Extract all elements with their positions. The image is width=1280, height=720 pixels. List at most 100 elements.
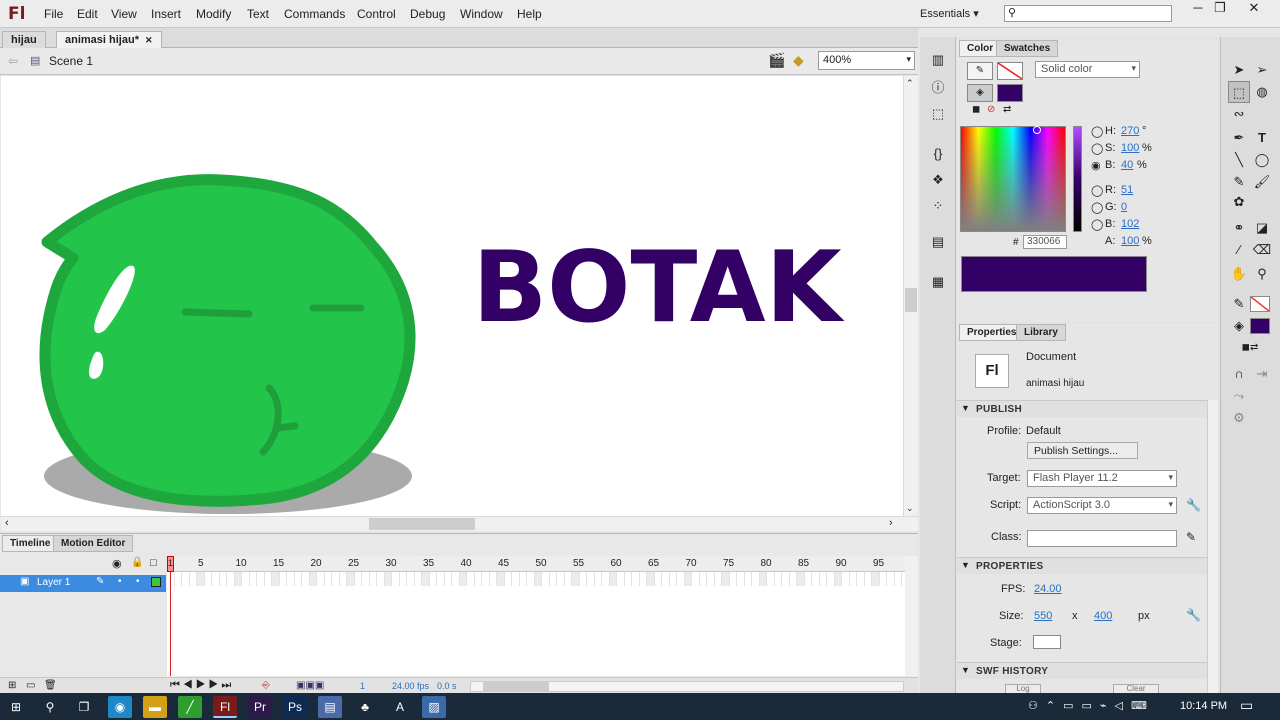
clear-button[interactable]: Clear (1113, 684, 1159, 693)
snap-to-objects-icon[interactable]: ∩ (1228, 363, 1250, 385)
stage-canvas[interactable]: BOTAK (1, 76, 903, 516)
hand-tool-icon[interactable]: ✋ (1228, 263, 1250, 285)
frame-cell[interactable] (767, 572, 775, 586)
search-icon[interactable]: ⚲ (38, 696, 62, 718)
frame-cell[interactable] (489, 572, 497, 586)
tab-swatches[interactable]: Swatches (996, 40, 1059, 57)
free-transform-tool-icon[interactable]: ⬚ (1228, 81, 1250, 103)
workspace-switcher[interactable]: Essentials ▾ (920, 7, 979, 20)
edit-scene-icon[interactable]: 🎬 (768, 52, 785, 69)
target-select[interactable]: Flash Player 11.2 ▾ (1027, 470, 1177, 487)
frame-cell[interactable] (519, 572, 527, 586)
frame-cell[interactable] (339, 572, 347, 586)
flash-taskbar-icon[interactable]: Fl (213, 696, 237, 718)
color-picker-field[interactable] (960, 126, 1066, 232)
color-type-select[interactable]: Solid color ▾ (1035, 61, 1140, 78)
transform-icon[interactable]: ⬚ (927, 103, 949, 125)
menu-help[interactable]: Help (517, 7, 542, 21)
fill-color-swatch[interactable] (997, 84, 1023, 102)
frame-cell[interactable] (782, 572, 790, 586)
frame-cell[interactable] (302, 572, 310, 586)
frame-cell[interactable] (474, 572, 482, 586)
stroke-color-swatch[interactable] (997, 62, 1023, 80)
green-radio[interactable]: ◯ (1091, 201, 1103, 214)
hue-radio[interactable]: ◯ (1091, 125, 1103, 138)
onion-skin-icon[interactable]: ⎆ (262, 680, 270, 691)
movie-explorer-icon[interactable]: ▤ (927, 231, 949, 253)
green-app-icon[interactable]: ╱ (178, 696, 202, 718)
frame-cell[interactable] (587, 572, 595, 586)
scroll-thumb[interactable] (483, 682, 549, 691)
zoom-tool-icon[interactable]: ⚲ (1251, 263, 1273, 285)
frame-cell[interactable] (399, 572, 407, 586)
frame-cell[interactable] (857, 572, 865, 586)
fill-color-icon[interactable]: ◈ (967, 84, 993, 102)
app-icon[interactable]: ♣ (353, 696, 377, 718)
doc-tab-animasi-hijau[interactable]: animasi hijau* ✕ (56, 31, 162, 48)
notifications-icon[interactable]: ▭ (1240, 697, 1253, 714)
frame-cell[interactable] (227, 572, 235, 586)
frame-cell[interactable] (309, 572, 317, 586)
timeline-horizontal-scrollbar[interactable] (470, 681, 904, 692)
photoshop-icon[interactable]: Ps (283, 696, 307, 718)
new-layer-icon[interactable]: ⊞ (8, 680, 16, 691)
frame-cell[interactable] (827, 572, 835, 586)
saturation-radio[interactable]: ◯ (1091, 142, 1103, 155)
brightness-value[interactable]: 40 (1121, 159, 1133, 171)
frame-cell[interactable] (527, 572, 535, 586)
stroke-color-icon[interactable]: ✎ (1228, 293, 1250, 315)
pencil-icon[interactable]: ✎ (1186, 530, 1196, 544)
stroke-color-swatch[interactable] (1250, 296, 1270, 312)
menu-debug[interactable]: Debug (410, 7, 445, 21)
frame-cell[interactable] (842, 572, 850, 586)
info-icon[interactable]: ⓘ (927, 77, 949, 99)
edit-multiple-frames-icon[interactable]: ▣▣▣ (296, 680, 324, 691)
hex-input[interactable]: 330066 (1023, 235, 1067, 249)
publish-settings-button[interactable]: Publish Settings... (1027, 442, 1138, 459)
frame-cell[interactable] (572, 572, 580, 586)
frame-cell[interactable] (354, 572, 362, 586)
hue-value[interactable]: 270 (1121, 125, 1139, 137)
swf-history-section-header[interactable]: ▼ SWF HISTORY (957, 662, 1207, 679)
properties-section-header[interactable]: ▼ PROPERTIES (957, 557, 1207, 574)
frame-cell[interactable] (602, 572, 610, 586)
script-select[interactable]: ActionScript 3.0 ▾ (1027, 497, 1177, 514)
frame-cell[interactable] (677, 572, 685, 586)
frame-cell[interactable] (549, 572, 557, 586)
stage-color-swatch[interactable] (1033, 635, 1061, 649)
system-tray-icons[interactable]: ⚇⌃▭▭⌁◁⌨ (1028, 699, 1155, 712)
swap-colors-icon[interactable]: ◼⇄ (1239, 337, 1261, 359)
lock-dot[interactable]: • (136, 576, 140, 587)
frame-cell[interactable] (684, 572, 692, 586)
tab-motion-editor[interactable]: Motion Editor (53, 535, 134, 552)
motion-presets-icon[interactable]: ⁘ (927, 195, 949, 217)
default-colors-icon[interactable]: ◼ (972, 104, 980, 115)
frame-cell[interactable] (369, 572, 377, 586)
frame-cell[interactable] (662, 572, 670, 586)
menu-window[interactable]: Window (460, 7, 503, 21)
menu-text[interactable]: Text (247, 7, 269, 21)
chevron-down-icon[interactable]: ⌄ (906, 503, 914, 514)
straighten-icon[interactable]: ⤳ (1228, 385, 1250, 407)
layer-color-box[interactable] (151, 577, 161, 587)
saturation-value[interactable]: 100 (1121, 142, 1139, 154)
frame-cell[interactable] (752, 572, 760, 586)
frame-cell[interactable] (789, 572, 797, 586)
frame-cell[interactable] (279, 572, 287, 586)
tab-color[interactable]: Color (959, 40, 1002, 57)
frame-cell[interactable] (564, 572, 572, 586)
frame-cell[interactable] (797, 572, 805, 586)
frame-cell[interactable] (234, 572, 242, 586)
publish-section-header[interactable]: ▼ PUBLISH (957, 400, 1207, 417)
frame-cell[interactable] (707, 572, 715, 586)
eyedropper-tool-icon[interactable]: ⁄ (1228, 239, 1250, 261)
frame-cell[interactable] (467, 572, 475, 586)
frame-cell[interactable] (317, 572, 325, 586)
brightness-slider[interactable] (1073, 126, 1082, 232)
pencil-tool-icon[interactable]: ✎ (1228, 171, 1250, 193)
frame-cell[interactable] (377, 572, 385, 586)
properties-scrollbar[interactable] (1207, 400, 1218, 693)
tab-properties[interactable]: Properties (959, 324, 1025, 341)
bone-tool-icon[interactable]: ⚭ (1228, 217, 1250, 239)
zoom-select[interactable]: 400% ▾ (818, 51, 915, 70)
